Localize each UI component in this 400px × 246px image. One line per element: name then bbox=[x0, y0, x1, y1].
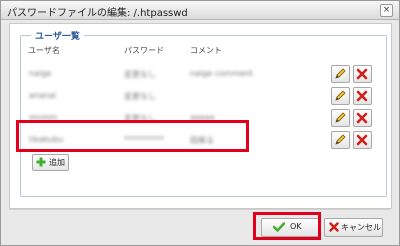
cancel-label: キャンセル bbox=[341, 223, 381, 232]
delete-x-icon bbox=[356, 90, 368, 102]
delete-x-icon bbox=[356, 68, 368, 80]
user-list-fieldset: ユーザ一覧 ユーザ名 パスワード コメント naige 変更なし naige c… bbox=[20, 29, 387, 197]
user-comment: naige comment bbox=[190, 69, 253, 78]
add-user-button[interactable]: 追加 bbox=[32, 154, 69, 171]
user-password: 変更なし bbox=[124, 92, 156, 101]
edit-button[interactable] bbox=[331, 109, 350, 127]
edit-button[interactable] bbox=[331, 131, 350, 149]
delete-x-icon bbox=[356, 134, 368, 146]
pencil-icon bbox=[335, 90, 346, 101]
dialog-content: ユーザ一覧 ユーザ名 パスワード コメント naige 変更なし naige c… bbox=[9, 23, 392, 209]
dialog-title: パスワードファイルの編集: /.htpasswd bbox=[7, 8, 188, 19]
delete-button[interactable] bbox=[353, 131, 372, 149]
user-row: naige 変更なし naige comment bbox=[21, 65, 386, 85]
edit-button[interactable] bbox=[331, 65, 350, 83]
delete-x-icon bbox=[356, 112, 368, 124]
highlight-box-user-row bbox=[16, 120, 249, 152]
plus-icon bbox=[36, 157, 46, 167]
cancel-button[interactable]: キャンセル bbox=[324, 218, 383, 237]
user-password: 変更なし bbox=[124, 70, 156, 79]
add-user-label: 追加 bbox=[49, 158, 65, 167]
edit-button[interactable] bbox=[331, 87, 350, 105]
user-name: naige bbox=[29, 69, 52, 78]
column-header-password: パスワード bbox=[124, 46, 164, 55]
user-list-legend: ユーザ一覧 bbox=[31, 29, 84, 42]
delete-button[interactable] bbox=[353, 65, 372, 83]
pencil-icon bbox=[335, 134, 346, 145]
close-icon[interactable]: × bbox=[380, 4, 393, 17]
user-name: ananai bbox=[29, 91, 57, 100]
column-header-comment: コメント bbox=[190, 46, 222, 55]
cancel-x-icon bbox=[329, 222, 339, 232]
dialog-titlebar[interactable]: パスワードファイルの編集: /.htpasswd × bbox=[1, 1, 399, 20]
pencil-icon bbox=[335, 68, 346, 79]
delete-button[interactable] bbox=[353, 87, 372, 105]
user-row: ananai 変更なし bbox=[21, 87, 386, 107]
footer-divider bbox=[9, 209, 390, 210]
column-header-user: ユーザ名 bbox=[28, 46, 60, 55]
delete-button[interactable] bbox=[353, 109, 372, 127]
pencil-icon bbox=[335, 112, 346, 123]
highlight-box-ok-button bbox=[253, 212, 321, 240]
